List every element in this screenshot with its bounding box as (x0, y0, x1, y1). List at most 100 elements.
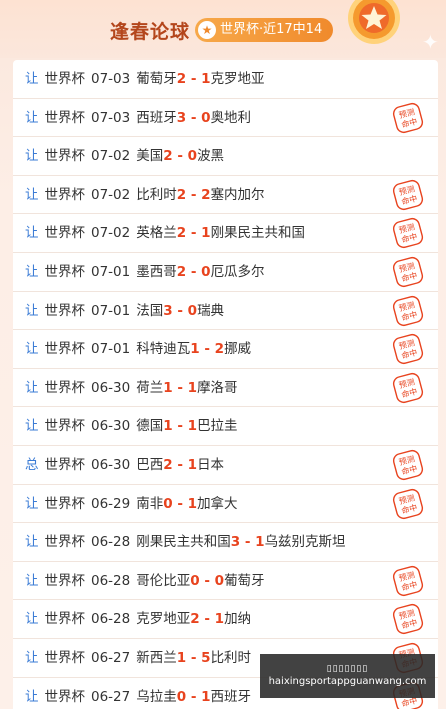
league-name: 世界杯 (44, 341, 86, 358)
away-team: 西班牙 (210, 688, 252, 705)
away-score: 1 (201, 688, 211, 705)
home-score: 0 (190, 572, 200, 589)
list-item[interactable]: 让世界杯 07-01 科特迪瓦1 - 2挪威 预测 命中 (13, 330, 438, 369)
bet-type-tag: 让 (25, 688, 39, 705)
match-date: 07-01 (91, 263, 131, 280)
league-name: 世界杯 (44, 379, 86, 396)
away-team: 厄瓜多尔 (210, 263, 265, 280)
home-score: 2 (176, 71, 187, 87)
bet-type-tag: 让 (25, 186, 39, 203)
home-score: 0 (176, 688, 187, 705)
match-date: 06-28 (91, 534, 131, 551)
away-score: 5 (201, 649, 211, 666)
league-name: 世界杯 (44, 109, 86, 126)
away-team: 加纳 (224, 611, 252, 628)
list-item[interactable]: 让世界杯 06-29 南非0 - 1加拿大 预测 命中 (13, 485, 438, 524)
home-score: 1 (190, 341, 200, 358)
home-team: 科特迪瓦 (136, 341, 191, 358)
match-date: 07-03 (91, 71, 131, 87)
away-score: 0 (201, 109, 211, 126)
league-name: 世界杯 (44, 263, 86, 280)
medal-icon (348, 0, 400, 44)
league-name: 世界杯 (44, 456, 86, 473)
hit-stamp-icon: 预测命中 (392, 295, 424, 326)
watermark-title: ▯▯▯▯▯▯▯ (326, 664, 369, 674)
list-item[interactable]: 让世界杯 07-02 英格兰2 - 1刚果民主共和国 预测 命中 (13, 214, 438, 253)
away-team: 瑞典 (197, 302, 225, 319)
home-score: 1 (163, 418, 173, 435)
list-item[interactable]: 总世界杯 06-30 巴西2 - 1日本 预测 命中 (13, 446, 438, 485)
away-team: 奥地利 (210, 109, 252, 126)
away-score: 1 (201, 225, 211, 242)
match-date: 07-02 (91, 186, 131, 203)
home-score: 2 (176, 263, 187, 280)
away-score: 1 (187, 495, 198, 512)
home-team: 墨西哥 (136, 263, 177, 280)
list-item[interactable]: 让世界杯 06-30 德国1 - 1巴拉圭 (13, 407, 438, 446)
league-name: 世界杯 (44, 225, 86, 242)
home-score: 2 (163, 148, 173, 165)
match-date: 06-30 (91, 418, 131, 435)
bet-type-tag: 让 (25, 148, 39, 165)
bet-type-tag: 让 (25, 572, 39, 589)
list-item[interactable]: 让世界杯 07-03 西班牙3 - 0奥地利 预测 命中 (13, 99, 438, 138)
home-score: 3 (176, 109, 187, 126)
away-team: 加拿大 (197, 495, 238, 512)
bet-type-tag: 让 (25, 109, 39, 126)
away-team: 日本 (197, 456, 225, 473)
match-date: 07-03 (91, 109, 131, 126)
home-team: 葡萄牙 (136, 71, 177, 87)
hit-stamp-icon: 预测命中 (392, 218, 424, 249)
bet-type-tag: 让 (25, 534, 39, 551)
record-text: 世界杯·近17中14 (220, 22, 323, 37)
away-score: 0 (201, 263, 211, 280)
hit-stamp-icon: 预测命中 (392, 449, 424, 480)
bet-type-tag: 让 (25, 263, 39, 280)
bet-type-tag: 让 (25, 495, 39, 512)
away-team: 乌兹别克斯坦 (264, 534, 346, 551)
league-name: 世界杯 (44, 649, 86, 666)
league-name: 世界杯 (44, 572, 86, 589)
list-item[interactable]: 让世界杯 07-01 墨西哥2 - 0厄瓜多尔 预测 命中 (13, 253, 438, 292)
list-item[interactable]: 让世界杯 06-28 刚果民主共和国3 - 1乌兹别克斯坦 (13, 523, 438, 562)
home-team: 英格兰 (136, 225, 177, 242)
sparkle-icon: ✦ (422, 30, 439, 54)
star-icon: ★ (198, 21, 216, 39)
list-item[interactable]: 让世界杯 07-01 法国3 - 0瑞典 预测 命中 (13, 292, 438, 331)
away-score: 1 (214, 611, 225, 628)
match-date: 06-27 (91, 688, 131, 705)
list-item[interactable]: 让世界杯 06-28 克罗地亚2 - 1加纳 预测 命中 (13, 600, 438, 639)
home-team: 巴西 (136, 456, 164, 473)
away-team: 摩洛哥 (197, 379, 238, 396)
match-date: 07-01 (91, 341, 131, 358)
home-team: 美国 (136, 148, 164, 165)
bet-type-tag: 总 (25, 456, 39, 473)
page-title: 逢春论球 (110, 21, 191, 43)
league-name: 世界杯 (44, 302, 86, 319)
away-team: 挪威 (224, 341, 252, 358)
home-team: 南非 (136, 495, 164, 512)
match-date: 06-27 (91, 649, 131, 666)
list-item[interactable]: 让世界杯 06-30 荷兰1 - 1摩洛哥 预测 命中 (13, 369, 438, 408)
home-score: 1 (176, 649, 187, 666)
bet-type-tag: 让 (25, 611, 39, 628)
list-item[interactable]: 让世界杯 06-28 哥伦比亚0 - 0葡萄牙 预测 命中 (13, 562, 438, 601)
bet-type-tag: 让 (25, 341, 39, 358)
prediction-list: 让世界杯 07-03 葡萄牙2 - 1克罗地亚让世界杯 07-03 西班牙3 - 0奥地… (13, 60, 438, 709)
bet-type-tag: 让 (25, 225, 39, 242)
away-score: 2 (214, 341, 225, 358)
home-team: 乌拉圭 (136, 688, 177, 705)
league-name: 世界杯 (44, 611, 86, 628)
away-team: 波黑 (197, 148, 225, 165)
list-item[interactable]: 让世界杯 07-03 葡萄牙2 - 1克罗地亚 (13, 60, 438, 99)
list-item[interactable]: 让世界杯 07-02 比利时2 - 2塞内加尔 预测 命中 (13, 176, 438, 215)
league-name: 世界杯 (44, 186, 86, 203)
bet-type-tag: 让 (25, 379, 39, 396)
list-item[interactable]: 让世界杯 07-02 美国2 - 0波黑 (13, 137, 438, 176)
away-score: 0 (187, 302, 198, 319)
match-date: 07-02 (91, 148, 131, 165)
league-name: 世界杯 (44, 534, 86, 551)
home-team: 新西兰 (136, 649, 177, 666)
home-team: 哥伦比亚 (136, 572, 191, 589)
record-badge: ★ 世界杯·近17中14 (195, 18, 333, 42)
